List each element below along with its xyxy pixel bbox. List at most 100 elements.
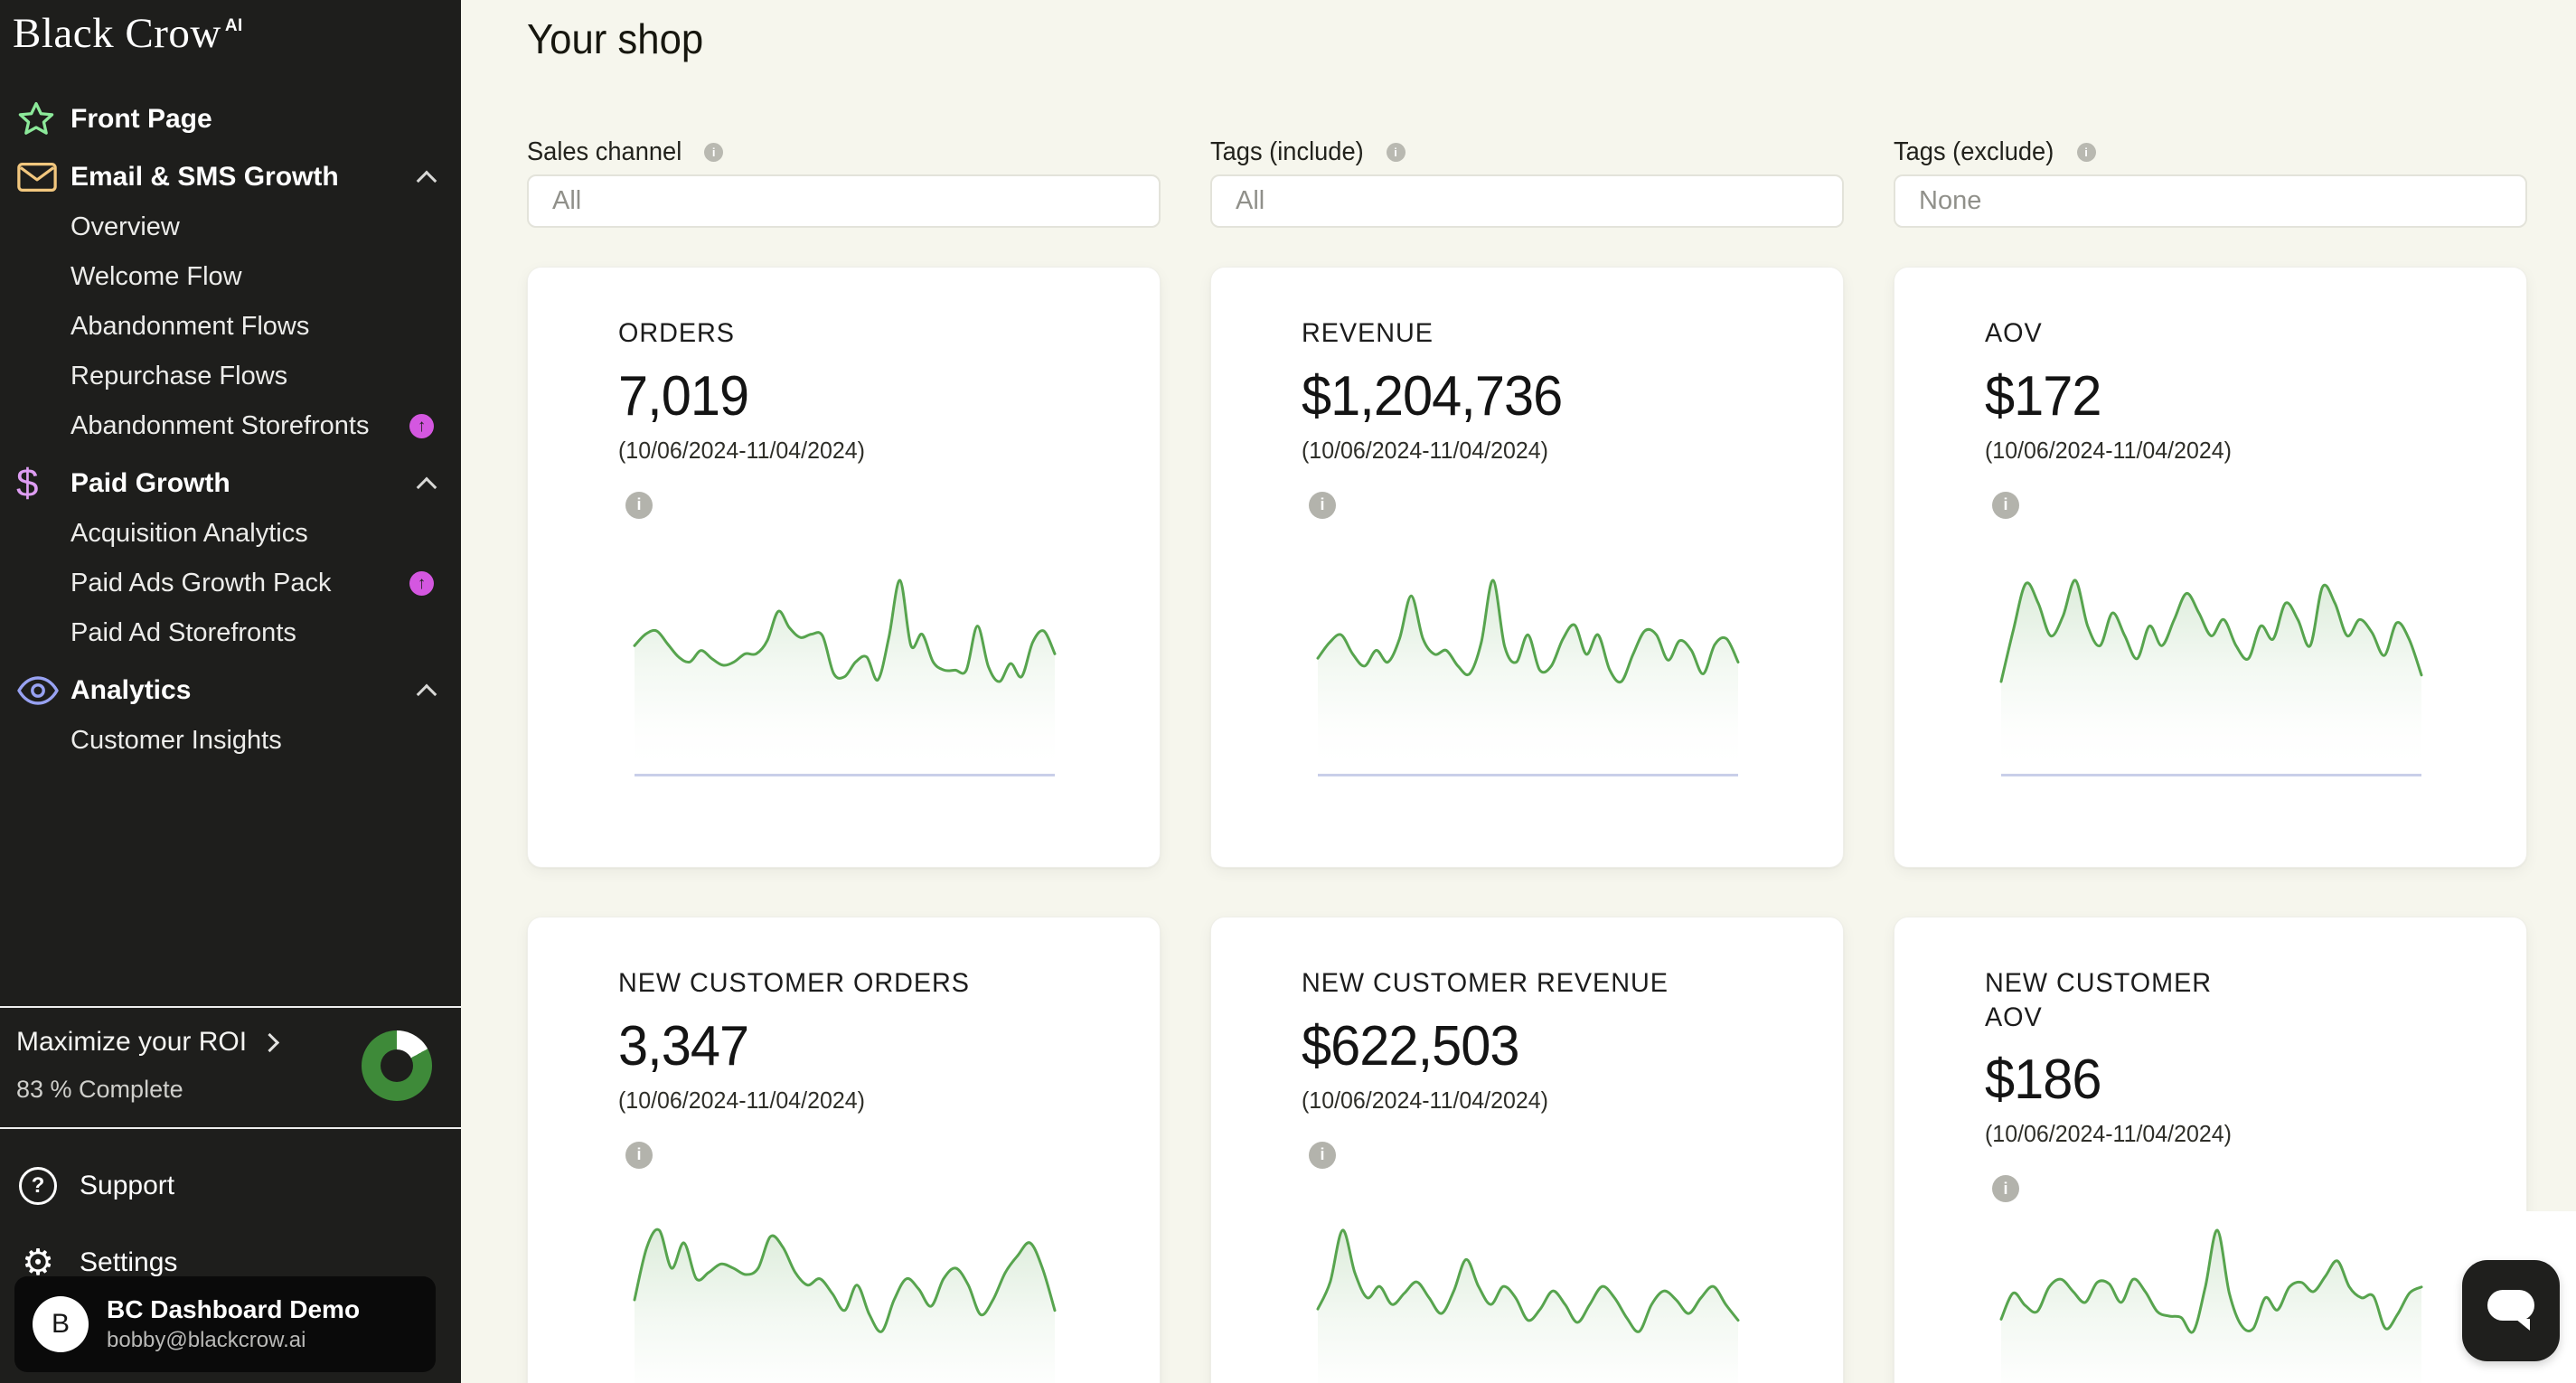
chevron-up-icon (416, 683, 437, 705)
sparkline-chart (633, 579, 1057, 774)
info-icon[interactable]: i (1992, 491, 2019, 519)
filter-label: Tags (exclude) (1894, 136, 2054, 166)
metric-value: $172 (1985, 364, 2102, 428)
user-account-card[interactable]: B BC Dashboard Demo bobby@blackcrow.ai (14, 1276, 436, 1372)
sidebar-item-repurchase-flows[interactable]: Repurchase Flows (0, 352, 461, 401)
sparkline-chart (1316, 1228, 1740, 1383)
info-icon[interactable]: i (704, 142, 724, 162)
sidebar-section-paid-growth[interactable]: $ Paid Growth (0, 458, 461, 509)
sidebar-item-abandonment-storefronts[interactable]: Abandonment Storefronts ↑ (0, 401, 461, 451)
chat-launcher-button[interactable] (2462, 1260, 2560, 1361)
envelope-icon (16, 159, 71, 195)
filter-tags-exclude: Tags (exclude) i (1894, 137, 2527, 228)
roi-donut-chart (362, 1030, 432, 1101)
sidebar-item-label: Acquisition Analytics (71, 519, 308, 548)
sparkline-chart (1316, 579, 1740, 774)
sparkline-baseline (1318, 774, 1738, 776)
info-icon[interactable]: i (1309, 491, 1336, 519)
sidebar-section-email-sms-growth[interactable]: Email & SMS Growth (0, 152, 461, 202)
chevron-right-icon (259, 1032, 280, 1052)
sparkline-chart (1999, 579, 2423, 774)
user-meta: BC Dashboard Demo bobby@blackcrow.ai (107, 1295, 360, 1353)
dashboard: Black Crow AI Front Page Email & SMS Grow… (0, 0, 2576, 1383)
metric-title: AOV (1985, 318, 2043, 348)
metric-title: ORDERS (618, 318, 735, 348)
metric-card-orders: ORDERS 7,019 (10/06/2024-11/04/2024) i (527, 267, 1161, 868)
metric-card-new-customer-orders: NEW CUSTOMER ORDERS 3,347 (10/06/2024-11… (527, 917, 1161, 1383)
sidebar-item-label: Abandonment Storefronts (71, 411, 370, 440)
sales-channel-input[interactable] (527, 174, 1161, 228)
info-icon[interactable]: i (625, 1141, 653, 1169)
metric-title: NEW CUSTOMER AOV (1985, 968, 2212, 1032)
avatar: B (33, 1296, 89, 1352)
sidebar-item-paid-ad-storefronts[interactable]: Paid Ad Storefronts (0, 608, 461, 658)
sidebar-item-welcome-flow[interactable]: Welcome Flow (0, 252, 461, 302)
sparkline-chart (1999, 1228, 2423, 1383)
metric-value: 3,347 (618, 1014, 749, 1077)
chevron-up-icon (416, 170, 437, 192)
filter-tags-include: Tags (include) i (1210, 137, 1844, 228)
metric-period: (10/06/2024-11/04/2024) (618, 436, 865, 464)
upgrade-arrow-badge: ↑ (409, 414, 434, 438)
sparkline-chart (633, 1228, 1057, 1383)
sidebar-item-label: Abandonment Flows (71, 312, 310, 341)
info-icon[interactable]: i (1386, 142, 1406, 162)
sidebar-section-label: Email & SMS Growth (71, 162, 339, 192)
sidebar-item-acquisition-analytics[interactable]: Acquisition Analytics (0, 509, 461, 559)
sidebar-item-abandonment-flows[interactable]: Abandonment Flows (0, 302, 461, 352)
filter-label: Tags (include) (1210, 136, 1364, 166)
filter-label: Sales channel (527, 136, 682, 166)
metric-value: $186 (1985, 1049, 2102, 1111)
metric-period: (10/06/2024-11/04/2024) (618, 1086, 865, 1114)
black-crow-logo[interactable]: Black Crow AI (13, 9, 243, 58)
star-icon (16, 99, 71, 139)
page-title: Your shop (527, 15, 704, 62)
sidebar-section-label: Paid Growth (71, 468, 230, 498)
metric-card-new-customer-aov: NEW CUSTOMER AOV $186 (10/06/2024-11/04/… (1894, 917, 2527, 1383)
metric-cards-grid: ORDERS 7,019 (10/06/2024-11/04/2024) i R… (527, 267, 2527, 1383)
sidebar-item-label: Overview (71, 212, 180, 241)
maximize-roi-link[interactable]: Maximize your ROI (16, 1027, 280, 1058)
sparkline-baseline (635, 774, 1055, 776)
sidebar-item-label: Front Page (71, 104, 212, 134)
tags-exclude-input[interactable] (1894, 174, 2527, 228)
sidebar-section-analytics[interactable]: Analytics (0, 665, 461, 716)
metric-period: (10/06/2024-11/04/2024) (1985, 436, 2232, 464)
sidebar-divider (0, 1006, 461, 1008)
metric-period: (10/06/2024-11/04/2024) (1302, 1086, 1548, 1114)
support-label: Support (80, 1171, 175, 1200)
gear-icon: ⚙ (22, 1243, 54, 1283)
chevron-up-icon (416, 476, 437, 498)
sidebar: Black Crow AI Front Page Email & SMS Grow… (0, 0, 461, 1383)
user-email: bobby@blackcrow.ai (107, 1328, 306, 1352)
metric-card-revenue: REVENUE $1,204,736 (10/06/2024-11/04/202… (1210, 267, 1844, 868)
settings-label: Settings (80, 1247, 178, 1277)
sparkline-baseline (2001, 774, 2421, 776)
sidebar-item-label: Paid Ads Growth Pack (71, 569, 332, 597)
sidebar-item-overview[interactable]: Overview (0, 202, 461, 252)
question-circle-icon: ? (18, 1167, 58, 1205)
support-button[interactable]: ? Support (0, 1160, 461, 1212)
metric-card-aov: AOV $172 (10/06/2024-11/04/2024) i (1894, 267, 2527, 868)
sidebar-item-label: Paid Ad Storefronts (71, 618, 296, 647)
sidebar-item-front-page[interactable]: Front Page (0, 94, 461, 145)
filter-sales-channel: Sales channel i (527, 137, 1161, 228)
metric-title: NEW CUSTOMER ORDERS (618, 968, 970, 998)
sidebar-item-label: Repurchase Flows (71, 362, 288, 390)
sidebar-item-paid-ads-growth-pack[interactable]: Paid Ads Growth Pack ↑ (0, 559, 461, 608)
metric-value: $622,503 (1302, 1014, 1520, 1077)
sidebar-item-label: Customer Insights (71, 726, 282, 755)
logo-ai-superscript: AI (224, 16, 243, 35)
sidebar-section-label: Analytics (71, 675, 192, 705)
metric-period: (10/06/2024-11/04/2024) (1985, 1120, 2232, 1148)
roi-title-label: Maximize your ROI (16, 1027, 248, 1057)
roi-progress-label: 83 % Complete (16, 1076, 183, 1103)
sidebar-item-customer-insights[interactable]: Customer Insights (0, 716, 461, 766)
info-icon[interactable]: i (625, 491, 653, 519)
sidebar-item-label: Welcome Flow (71, 262, 242, 291)
tags-include-input[interactable] (1210, 174, 1844, 228)
info-icon[interactable]: i (1309, 1141, 1336, 1169)
info-icon[interactable]: i (2076, 142, 2096, 162)
metric-period: (10/06/2024-11/04/2024) (1302, 436, 1548, 464)
info-icon[interactable]: i (1992, 1175, 2019, 1203)
